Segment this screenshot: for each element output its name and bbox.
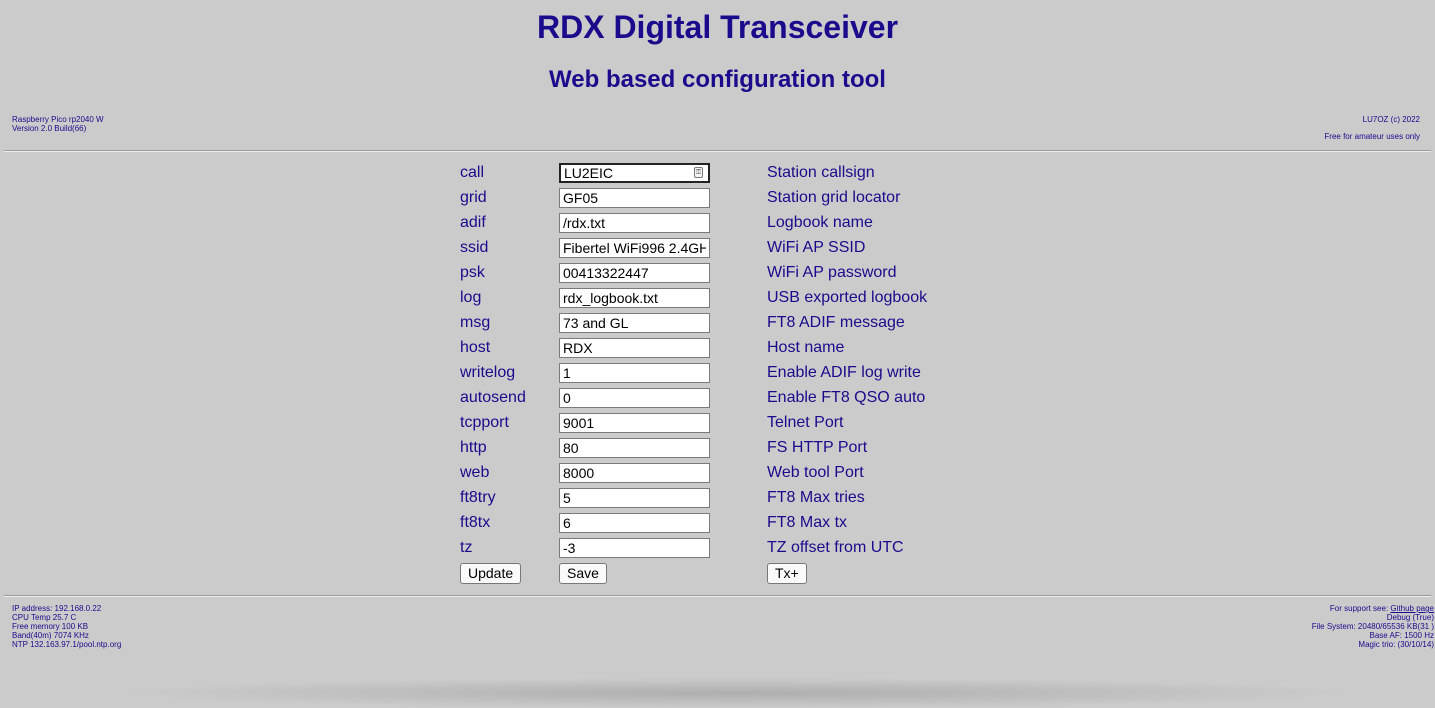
field-label: tz bbox=[460, 539, 473, 556]
bottom-divider bbox=[4, 595, 1431, 597]
save-button[interactable]: Save bbox=[559, 563, 607, 584]
status-info: IP address: 192.168.0.22 CPU Temp 25.7 C… bbox=[12, 604, 121, 649]
tx-plus-button[interactable]: Tx+ bbox=[767, 563, 807, 584]
debug-status: Debug (True) bbox=[1386, 613, 1434, 622]
field-label: log bbox=[460, 289, 482, 306]
device-model: Raspberry Pico rp2040 W bbox=[12, 115, 104, 124]
free-memory: Free memory 100 KB bbox=[12, 622, 89, 631]
ntp-server: NTP 132.163.97.1/pool.ntp.org bbox=[12, 640, 122, 649]
field-description: WiFi AP password bbox=[767, 264, 897, 281]
support-line: For support see: Github page bbox=[1312, 604, 1434, 613]
field-description: FT8 Max tries bbox=[767, 489, 865, 506]
http-input[interactable] bbox=[559, 438, 710, 458]
field-label: ft8try bbox=[460, 489, 496, 506]
grid-input[interactable] bbox=[559, 188, 710, 208]
field-label: grid bbox=[460, 189, 487, 206]
field-description: FT8 Max tx bbox=[767, 514, 848, 531]
field-description: Host name bbox=[767, 339, 845, 356]
field-description: TZ offset from UTC bbox=[767, 539, 904, 556]
field-label: call bbox=[460, 164, 485, 181]
call-input[interactable] bbox=[559, 163, 710, 183]
system-info: For support see: Github page Debug (True… bbox=[1312, 604, 1434, 649]
copyright-text: LU7OZ (c) 2022 bbox=[1362, 115, 1420, 124]
device-info: Raspberry Pico rp2040 W Version 2.0 Buil… bbox=[12, 115, 104, 133]
magic-trio: Magic trio: (30/10/14) bbox=[1358, 640, 1434, 649]
file-system: File System: 20480/65536 KB(31 ) bbox=[1311, 622, 1434, 631]
top-divider bbox=[4, 150, 1431, 152]
field-description: FT8 ADIF message bbox=[767, 314, 905, 331]
update-button[interactable]: Update bbox=[460, 563, 522, 584]
msg-input[interactable] bbox=[559, 313, 710, 333]
support-prefix: For support see: bbox=[1329, 604, 1391, 613]
field-description: Web tool Port bbox=[767, 464, 864, 481]
field-description: Station grid locator bbox=[767, 189, 901, 206]
field-label: writelog bbox=[460, 364, 516, 381]
psk-input[interactable] bbox=[559, 263, 710, 283]
tz-input[interactable] bbox=[559, 538, 710, 558]
field-description: Telnet Port bbox=[767, 414, 844, 431]
band-frequency: Band(40m) 7074 KHz bbox=[12, 631, 89, 640]
copyright-info: LU7OZ (c) 2022 Free for amateur uses onl… bbox=[1324, 115, 1420, 141]
base-af: Base AF: 1500 Hz bbox=[1369, 631, 1434, 640]
autofill-key-icon[interactable]: ⚿ bbox=[694, 167, 703, 178]
adif-input[interactable] bbox=[559, 213, 710, 233]
cpu-temp: CPU Temp 25.7 C bbox=[12, 613, 77, 622]
log-input[interactable] bbox=[559, 288, 710, 308]
field-description: Enable ADIF log write bbox=[767, 364, 921, 381]
field-label: ft8tx bbox=[460, 514, 491, 531]
ssid-input[interactable] bbox=[559, 238, 710, 258]
field-description: FS HTTP Port bbox=[767, 439, 868, 456]
field-label: http bbox=[460, 439, 487, 456]
field-description: Logbook name bbox=[767, 214, 873, 231]
ft8tx-input[interactable] bbox=[559, 513, 710, 533]
page-title: RDX Digital Transceiver bbox=[536, 9, 899, 45]
field-description: USB exported logbook bbox=[767, 289, 928, 306]
host-input[interactable] bbox=[559, 338, 710, 358]
license-text: Free for amateur uses only bbox=[1324, 132, 1420, 141]
page-subtitle: Web based configuration tool bbox=[549, 66, 886, 93]
ip-address: IP address: 192.168.0.22 bbox=[12, 604, 102, 613]
field-description: Station callsign bbox=[767, 164, 875, 181]
field-label: host bbox=[460, 339, 491, 356]
tcpport-input[interactable] bbox=[559, 413, 710, 433]
field-label: web bbox=[460, 464, 490, 481]
writelog-input[interactable] bbox=[559, 363, 710, 383]
field-description: Enable FT8 QSO auto bbox=[767, 389, 926, 406]
field-description: WiFi AP SSID bbox=[767, 239, 866, 256]
autosend-input[interactable] bbox=[559, 388, 710, 408]
github-link[interactable]: Github page bbox=[1390, 604, 1434, 613]
field-label: autosend bbox=[460, 389, 526, 406]
web-input[interactable] bbox=[559, 463, 710, 483]
window-shadow bbox=[110, 678, 1365, 708]
ft8try-input[interactable] bbox=[559, 488, 710, 508]
field-label: msg bbox=[460, 314, 491, 331]
field-label: ssid bbox=[460, 239, 489, 256]
device-version: Version 2.0 Build(66) bbox=[12, 124, 87, 133]
field-label: psk bbox=[460, 264, 485, 281]
field-label: tcpport bbox=[460, 414, 509, 431]
field-label: adif bbox=[460, 214, 486, 231]
